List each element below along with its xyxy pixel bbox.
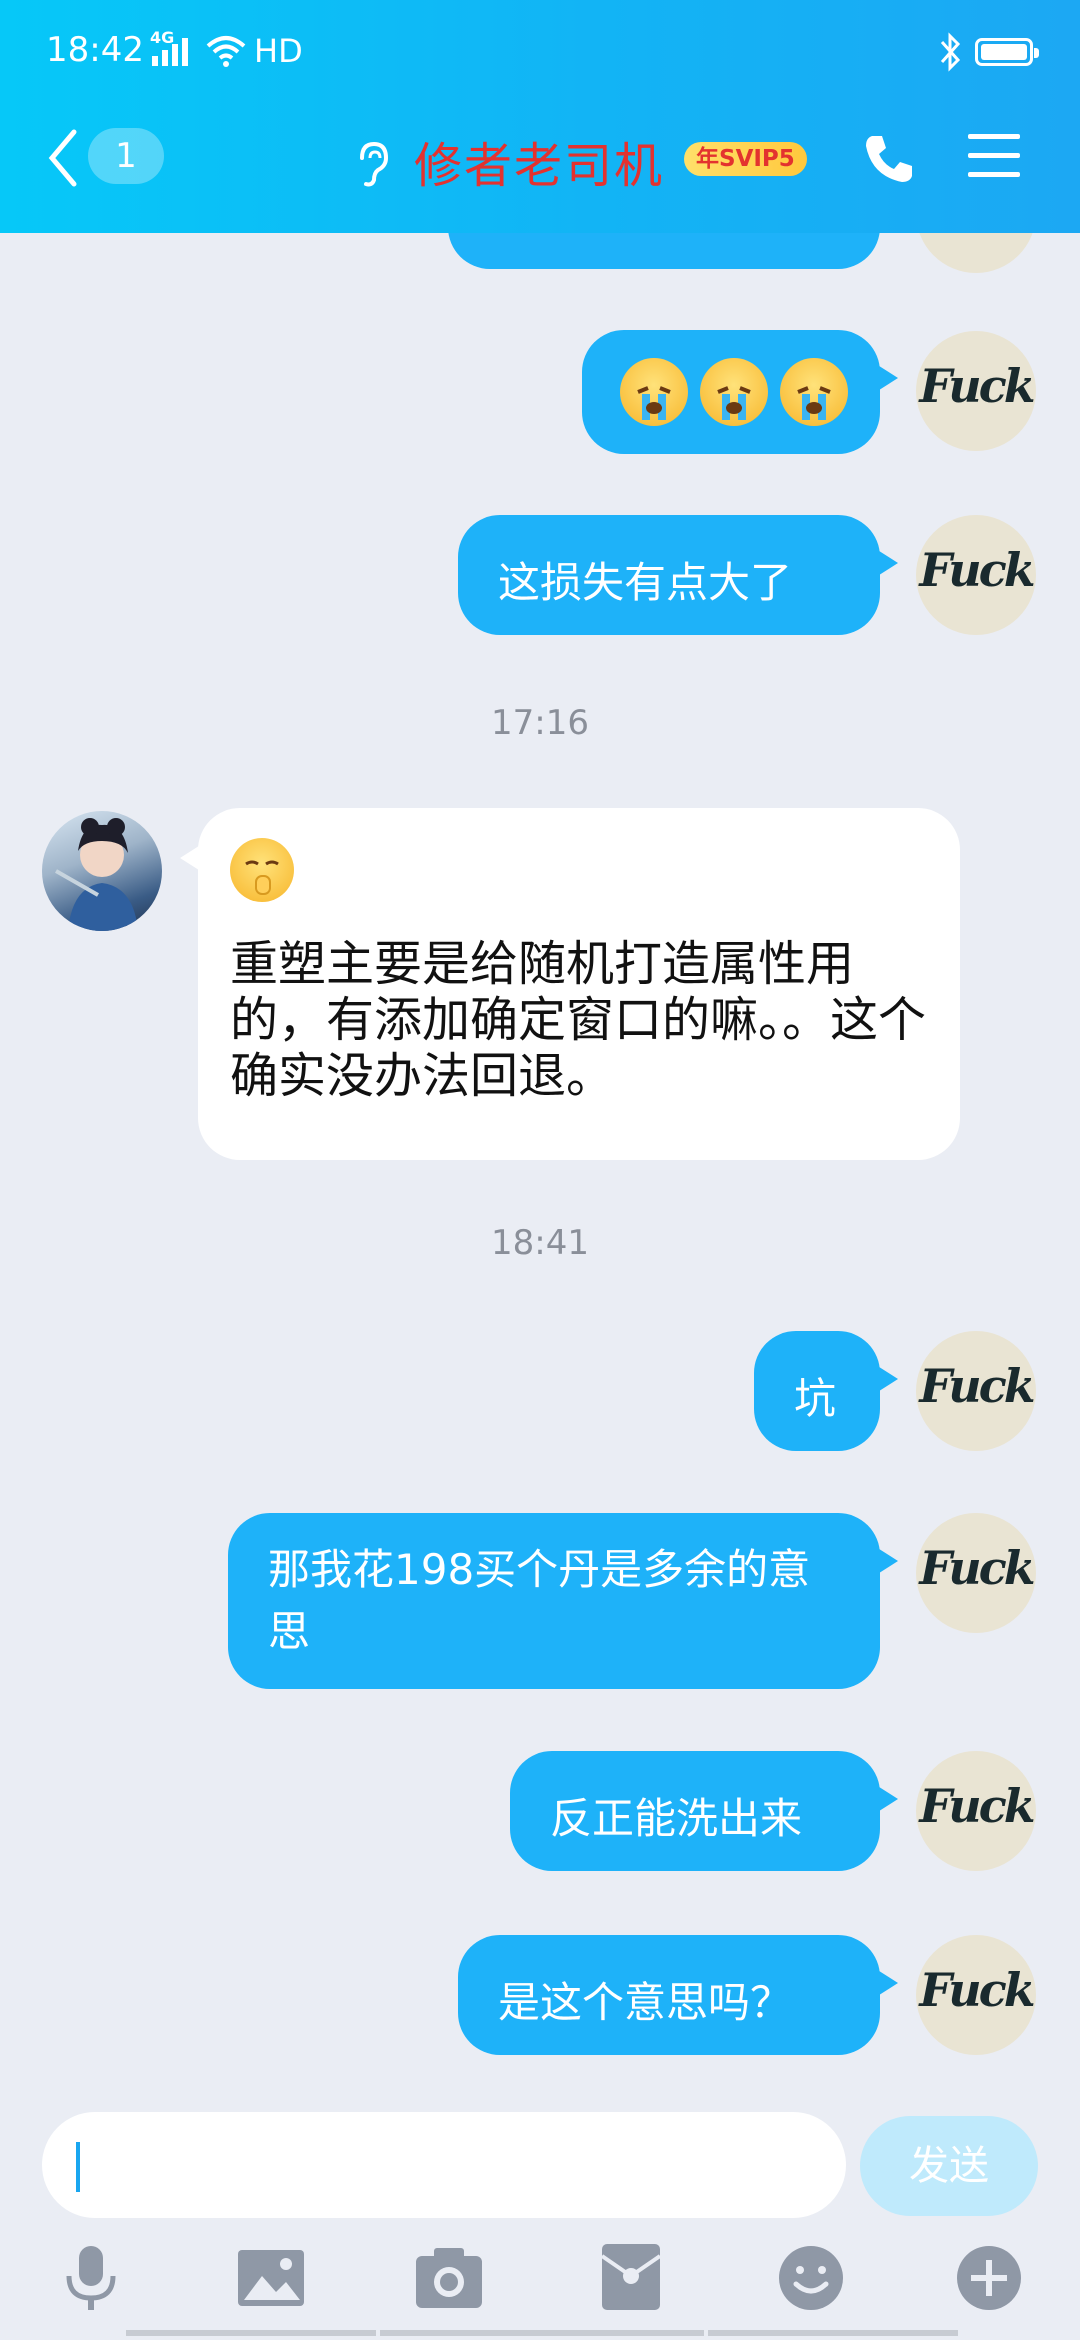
contact-name[interactable]: 修者老司机: [414, 126, 664, 196]
message-bubble[interactable]: 那我花198买个丹是多余的意思: [228, 1513, 898, 1689]
plus-icon[interactable]: [954, 2242, 1024, 2314]
message-input[interactable]: [42, 2112, 846, 2218]
text-caret: [76, 2142, 80, 2192]
status-time: 18:42: [46, 30, 144, 70]
chat-header: 18:42 4G HD 1 修者老司机 年SVIP5: [0, 0, 1080, 233]
crying-emoji-icon: [700, 358, 768, 426]
message-bubble[interactable]: 是这个意思吗？: [458, 1935, 898, 2055]
bluetooth-icon: [940, 32, 961, 72]
svip-badge: 年SVIP5: [684, 142, 807, 176]
tab-indicator-line: [126, 2330, 376, 2336]
battery-icon: [975, 38, 1039, 66]
message-bubble-partial[interactable]: [448, 233, 880, 269]
crying-emoji-icon: [620, 358, 688, 426]
my-avatar[interactable]: Fuck: [916, 515, 1036, 635]
crying-emoji-icon: [780, 358, 848, 426]
earpiece-mode-icon[interactable]: [352, 140, 392, 188]
message-list[interactable]: Fuck Fuck 这损失有点大了 Fuck 17:16: [0, 233, 1080, 2108]
timestamp: 17:16: [491, 703, 589, 743]
my-avatar[interactable]: Fuck: [916, 1331, 1036, 1451]
camera-icon[interactable]: [414, 2242, 484, 2314]
wifi-icon: [206, 36, 246, 67]
my-avatar[interactable]: Fuck: [916, 1935, 1036, 2055]
signal-icon: [152, 38, 188, 66]
message-bubble[interactable]: 反正能洗出来: [510, 1751, 898, 1871]
send-button[interactable]: 发送: [860, 2116, 1038, 2216]
image-icon[interactable]: [236, 2242, 306, 2314]
incoming-message-bubble[interactable]: 重塑主要是给随机打造属性用的，有添加确定窗口的嘛。。这个确实没办法回退。: [180, 808, 960, 1160]
phone-call-icon[interactable]: [862, 132, 916, 186]
contact-avatar[interactable]: [42, 811, 162, 931]
incoming-message-text: 重塑主要是给随机打造属性用的，有添加确定窗口的嘛。。这个确实没办法回退。: [230, 936, 927, 1104]
microphone-icon[interactable]: [56, 2242, 126, 2314]
message-bubble[interactable]: 这损失有点大了: [458, 515, 898, 635]
hd-indicator: HD: [254, 32, 303, 70]
shush-emoji-icon: [230, 838, 294, 902]
my-avatar[interactable]: Fuck: [916, 1513, 1036, 1633]
my-avatar[interactable]: Fuck: [916, 331, 1036, 451]
emoji-icon[interactable]: [776, 2242, 846, 2314]
my-avatar[interactable]: Fuck: [916, 1751, 1036, 1871]
message-bubble-emoji[interactable]: [582, 330, 898, 454]
unread-count-badge[interactable]: 1: [88, 128, 164, 184]
timestamp: 18:41: [491, 1223, 589, 1263]
menu-icon[interactable]: [968, 134, 1020, 191]
my-avatar[interactable]: Fuck: [916, 233, 1036, 273]
red-packet-icon[interactable]: [596, 2242, 666, 2314]
back-arrow-icon[interactable]: [46, 128, 78, 188]
status-bar: 18:42 4G HD: [0, 0, 1080, 105]
tab-indicator-line: [380, 2330, 704, 2336]
tab-indicator-line: [708, 2330, 958, 2336]
message-bubble[interactable]: 坑: [754, 1331, 898, 1451]
